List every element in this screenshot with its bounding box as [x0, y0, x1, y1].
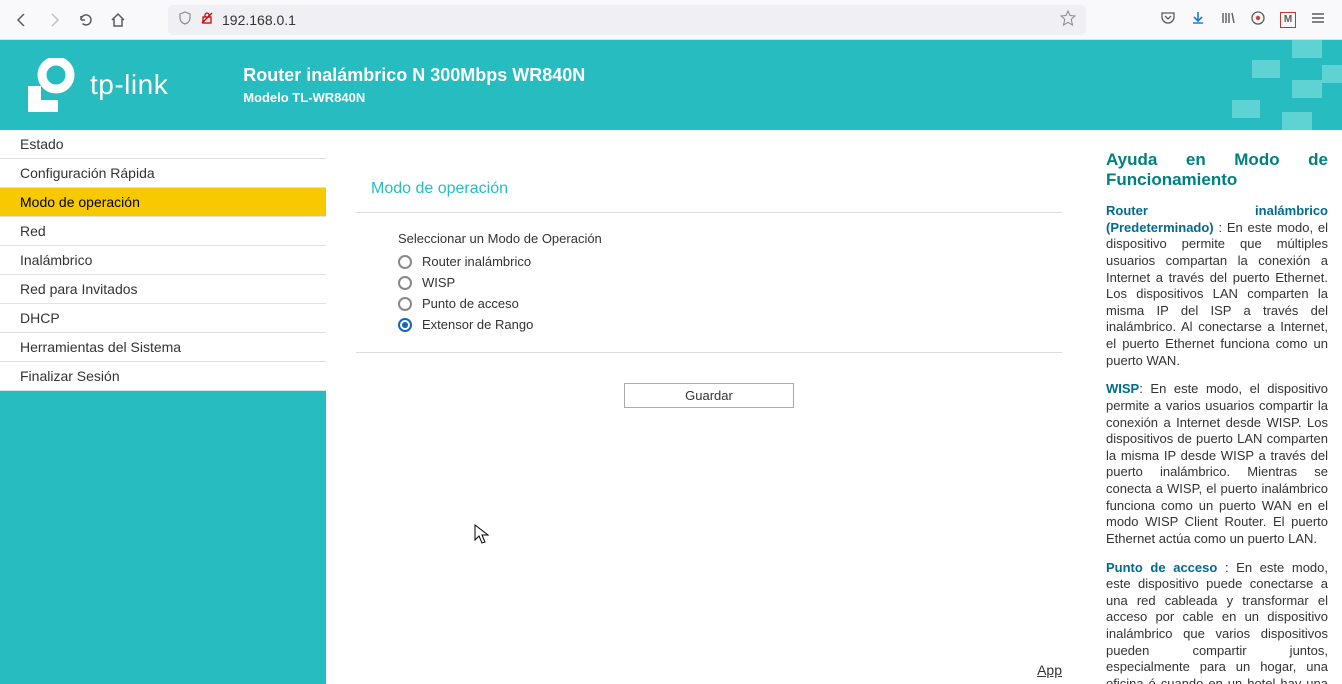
radio-label: Extensor de Rango	[422, 317, 533, 332]
sidebar-item-7[interactable]: Herramientas del Sistema	[0, 333, 326, 362]
divider	[356, 352, 1062, 353]
radio-label: Router inalámbrico	[422, 254, 531, 269]
banner-titles: Router inalámbrico N 300Mbps WR840N Mode…	[243, 65, 585, 105]
sidebar-item-2[interactable]: Modo de operación	[0, 188, 326, 217]
sidebar-item-4[interactable]: Inalámbrico	[0, 246, 326, 275]
toolbar-right: M	[1154, 10, 1332, 29]
library-icon[interactable]	[1220, 10, 1236, 29]
url-text: 192.168.0.1	[222, 12, 1052, 28]
radio-button[interactable]	[398, 255, 412, 269]
forward-button[interactable]	[42, 8, 66, 32]
tplink-logo-icon	[20, 58, 80, 113]
sidebar-item-1[interactable]: Configuración Rápida	[0, 159, 326, 188]
app-link[interactable]: App	[1037, 662, 1062, 678]
page-body: EstadoConfiguración RápidaModo de operac…	[0, 130, 1342, 684]
radio-label: WISP	[422, 275, 455, 290]
divider	[356, 212, 1062, 213]
help-paragraph-1: WISP: En este modo, el dispositivo permi…	[1106, 381, 1328, 547]
bookmark-star-icon[interactable]	[1060, 10, 1076, 29]
logo-area: tp-link	[20, 58, 168, 113]
banner-decoration	[1122, 40, 1342, 130]
url-bar[interactable]: 192.168.0.1	[168, 5, 1086, 35]
hamburger-icon[interactable]	[1310, 10, 1326, 29]
home-button[interactable]	[106, 8, 130, 32]
help-panel: Ayuda en Modo de Funcionamiento Router i…	[1092, 130, 1342, 684]
extension-icon[interactable]	[1250, 10, 1266, 29]
mcafee-icon[interactable]: M	[1280, 12, 1296, 28]
radio-row-3: Extensor de Rango	[398, 317, 1062, 332]
sidebar-item-5[interactable]: Red para Invitados	[0, 275, 326, 304]
main-area: Modo de operación Seleccionar un Modo de…	[326, 130, 1342, 684]
sidebar-item-0[interactable]: Estado	[0, 130, 326, 159]
radio-button[interactable]	[398, 318, 412, 332]
sidebar-item-3[interactable]: Red	[0, 217, 326, 246]
radio-row-1: WISP	[398, 275, 1062, 290]
banner-subtitle: Modelo TL-WR840N	[243, 90, 585, 105]
section-title: Modo de operación	[371, 180, 1062, 198]
pocket-icon[interactable]	[1160, 10, 1176, 29]
help-title: Ayuda en Modo de Funcionamiento	[1106, 150, 1328, 189]
select-mode-label: Seleccionar un Modo de Operación	[398, 231, 1062, 246]
downloads-icon[interactable]	[1190, 10, 1206, 29]
banner-title: Router inalámbrico N 300Mbps WR840N	[243, 65, 585, 86]
radio-label: Punto de acceso	[422, 296, 519, 311]
page-banner: tp-link Router inalámbrico N 300Mbps WR8…	[0, 40, 1342, 130]
content-panel: Modo de operación Seleccionar un Modo de…	[336, 130, 1082, 684]
reload-button[interactable]	[74, 8, 98, 32]
help-paragraph-2: Punto de acceso : En este modo, este dis…	[1106, 560, 1328, 684]
shield-icon	[178, 11, 192, 28]
help-paragraph-0: Router inalámbrico (Predeterminado) : En…	[1106, 203, 1328, 369]
sidebar: EstadoConfiguración RápidaModo de operac…	[0, 130, 326, 684]
radio-row-0: Router inalámbrico	[398, 254, 1062, 269]
browser-toolbar: 192.168.0.1 M	[0, 0, 1342, 40]
sidebar-item-8[interactable]: Finalizar Sesión	[0, 362, 326, 391]
brand-text: tp-link	[90, 69, 168, 101]
insecure-lock-icon	[200, 11, 214, 28]
back-button[interactable]	[10, 8, 34, 32]
radio-row-2: Punto de acceso	[398, 296, 1062, 311]
radio-button[interactable]	[398, 276, 412, 290]
sidebar-item-6[interactable]: DHCP	[0, 304, 326, 333]
radio-button[interactable]	[398, 297, 412, 311]
save-button[interactable]: Guardar	[624, 383, 794, 408]
form-block: Seleccionar un Modo de Operación Router …	[398, 231, 1062, 332]
